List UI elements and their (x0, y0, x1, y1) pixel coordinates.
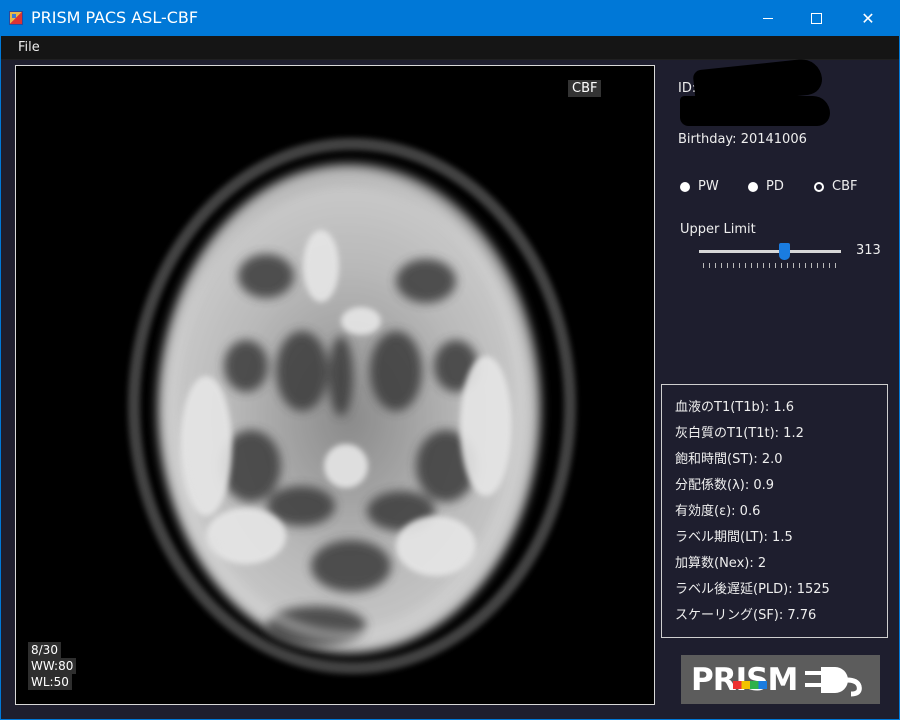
viewer-overlay: 8/30 WW:80 WL:50 (28, 642, 77, 690)
radio-cbf[interactable]: CBF (814, 179, 857, 194)
window-title: PRISM PACS ASL-CBF (31, 8, 199, 27)
brain-cbf-image (128, 138, 576, 674)
param-nex: 加算数(Nex): 2 (675, 556, 767, 571)
close-icon: ✕ (861, 8, 875, 28)
maximize-button[interactable] (790, 0, 842, 36)
app-icon (9, 11, 23, 25)
param-sf: スケーリング(SF): 7.76 (675, 608, 817, 623)
radio-selected-icon (814, 181, 824, 192)
radio-label: CBF (832, 179, 858, 194)
param-t1t: 灰白質のT1(T1t): 1.2 (675, 426, 804, 441)
minimize-icon (763, 17, 773, 19)
maximize-icon (810, 12, 822, 24)
radio-label: PD (766, 179, 784, 194)
plug-icon (805, 667, 862, 697)
parameter-panel: 血液のT1(T1b): 1.6 灰白質のT1(T1t): 1.2 飽和時間(ST… (661, 384, 888, 638)
slice-indicator: 8/30 (28, 642, 61, 658)
patient-birthday: Birthday: 20141006 (678, 132, 807, 147)
param-pld: ラベル後遅延(PLD): 1525 (675, 582, 830, 597)
minimize-button[interactable] (742, 0, 794, 36)
title-bar[interactable]: PRISM PACS ASL-CBF ✕ (0, 0, 900, 36)
mode-tag: CBF (568, 80, 602, 97)
radio-icon (748, 181, 758, 192)
window-width: WW:80 (28, 658, 77, 674)
slider-ticks (703, 263, 839, 268)
close-button[interactable]: ✕ (842, 0, 894, 36)
param-st: 飽和時間(ST): 2.0 (675, 452, 783, 467)
radio-pw[interactable]: PW (680, 179, 719, 194)
upper-limit-value: 313 (856, 243, 881, 258)
param-t1b: 血液のT1(T1b): 1.6 (675, 400, 795, 415)
upper-limit-label: Upper Limit (680, 222, 756, 237)
radio-label: PW (698, 179, 719, 194)
side-panel: ID: 1 Birthday: 20141006 PW PD CBF Upper… (661, 36, 899, 719)
param-epsilon: 有効度(ε): 0.6 (675, 504, 761, 519)
radio-icon (680, 181, 690, 192)
logo-text: PRISM (691, 662, 798, 698)
radio-pd[interactable]: PD (748, 179, 784, 194)
app-window: PRISM PACS ASL-CBF ✕ File CBF 8/30 WW:80… (0, 0, 900, 720)
window-level: WL:50 (28, 674, 72, 690)
redaction-mask (680, 96, 830, 126)
upper-limit-slider[interactable] (699, 250, 841, 253)
param-lt: ラベル期間(LT): 1.5 (675, 530, 793, 545)
image-viewer[interactable]: CBF 8/30 WW:80 WL:50 (15, 65, 655, 705)
logo-color-bars (733, 681, 767, 689)
client-area: File CBF 8/30 WW:80 WL:50 ID: 1 Birthday… (1, 36, 899, 719)
menu-file[interactable]: File (18, 40, 40, 55)
param-lambda: 分配係数(λ): 0.9 (675, 478, 775, 493)
prism-logo: PRISM (681, 655, 880, 704)
slider-thumb[interactable] (779, 243, 791, 260)
